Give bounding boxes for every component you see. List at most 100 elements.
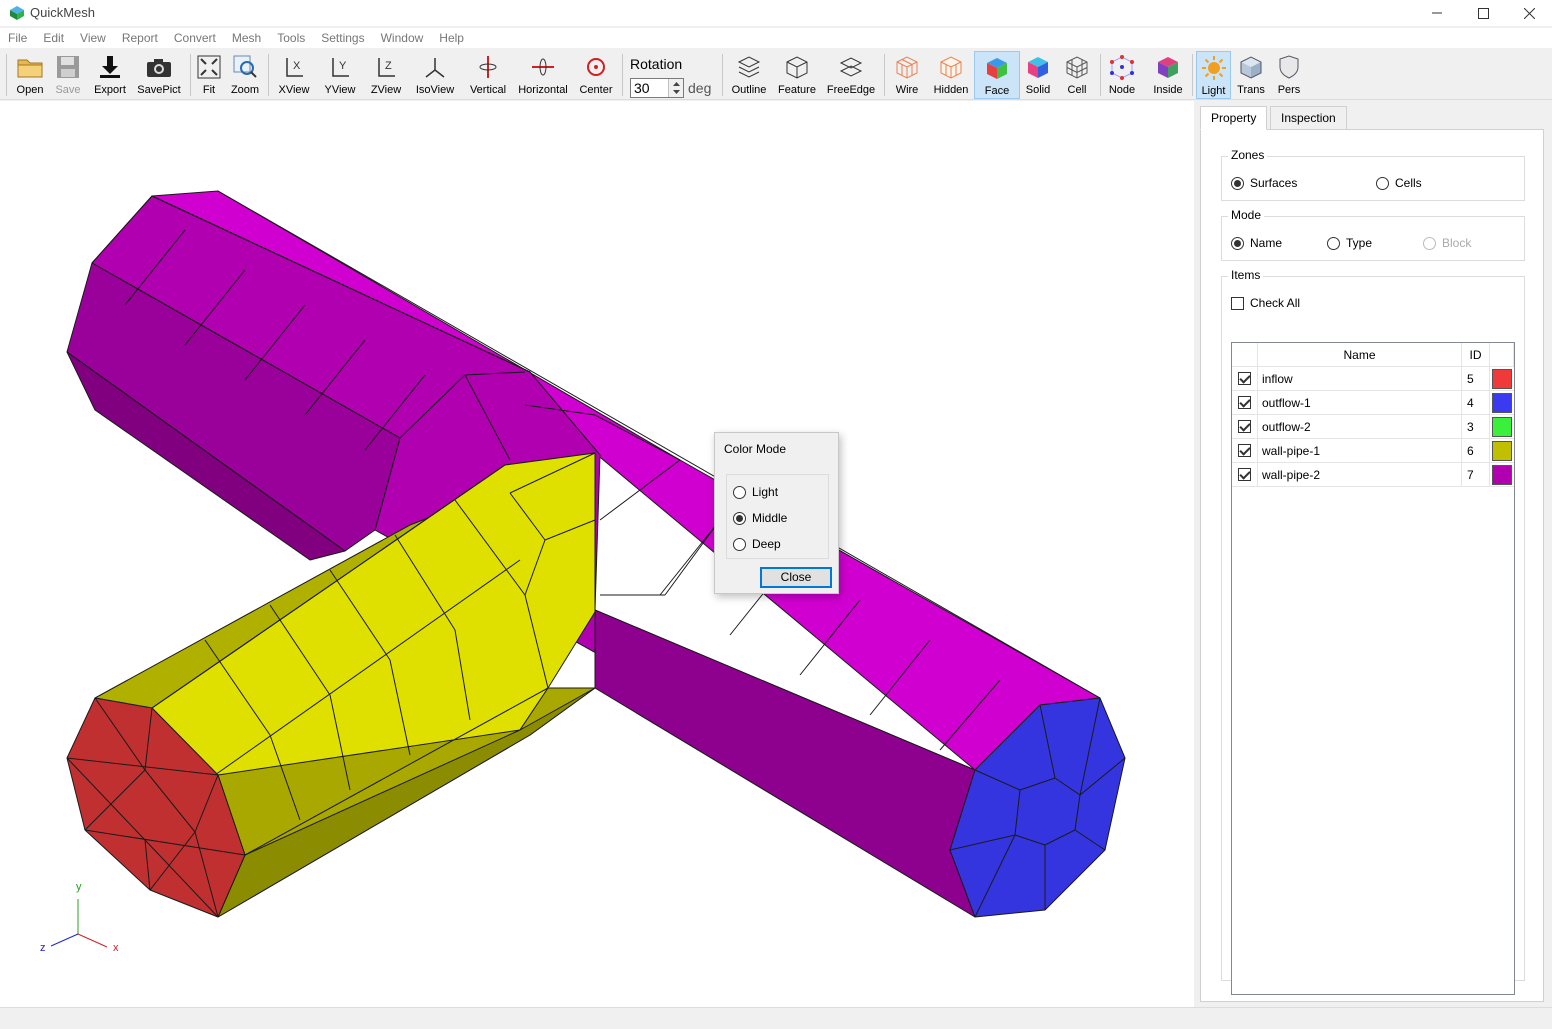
menu-mesh[interactable]: Mesh: [224, 28, 269, 48]
solid-cube-icon: [1028, 57, 1048, 78]
menu-report[interactable]: Report: [114, 28, 166, 48]
table-row[interactable]: wall-pipe-2 7: [1232, 463, 1514, 487]
trans-button[interactable]: Trans: [1234, 51, 1268, 98]
mode-type-radio[interactable]: Type: [1327, 236, 1372, 250]
yview-button[interactable]: Y YView: [320, 51, 360, 98]
fit-screen-icon: [197, 55, 221, 79]
feature-button[interactable]: Feature: [776, 51, 818, 98]
table-header-id[interactable]: ID: [1462, 343, 1490, 367]
zview-button[interactable]: Z ZView: [366, 51, 406, 98]
row-color-swatch[interactable]: [1492, 393, 1512, 413]
vertical-rotate-button[interactable]: Vertical: [466, 51, 510, 98]
close-button[interactable]: Close: [760, 567, 832, 588]
node-button[interactable]: Node: [1104, 51, 1140, 98]
mode-block-radio[interactable]: Block: [1423, 236, 1471, 250]
menu-help[interactable]: Help: [431, 28, 472, 48]
table-row[interactable]: inflow 5: [1232, 367, 1514, 391]
row-color-swatch[interactable]: [1492, 441, 1512, 461]
menu-convert[interactable]: Convert: [166, 28, 224, 48]
mesh-viewport[interactable]: y x z: [0, 101, 1194, 1007]
close-window-button[interactable]: [1506, 0, 1552, 26]
minimize-button[interactable]: [1414, 0, 1460, 26]
rotation-label: Rotation: [630, 56, 683, 72]
freeedge-button[interactable]: FreeEdge: [824, 51, 878, 98]
tab-property[interactable]: Property: [1200, 106, 1268, 130]
savepict-button[interactable]: SavePict: [136, 51, 182, 98]
zones-surfaces-radio[interactable]: Surfaces: [1231, 176, 1297, 190]
check-all[interactable]: Check All: [1231, 296, 1300, 310]
row-id: 6: [1462, 439, 1490, 463]
row-checkbox[interactable]: [1238, 420, 1251, 433]
export-button[interactable]: Export: [90, 51, 130, 98]
row-id: 5: [1462, 367, 1490, 391]
check-all-checkbox[interactable]: [1231, 296, 1244, 310]
row-checkbox[interactable]: [1238, 396, 1251, 409]
window-title: QuickMesh: [30, 5, 96, 20]
row-name: outflow-1: [1258, 391, 1462, 415]
color-mode-deep-radio[interactable]: Deep: [733, 537, 781, 551]
fit-button[interactable]: Fit: [194, 51, 224, 98]
minimize-icon: [1432, 12, 1442, 14]
row-color-swatch[interactable]: [1492, 369, 1512, 389]
maximize-button[interactable]: [1460, 0, 1506, 26]
cell-button[interactable]: Cell: [1060, 51, 1094, 98]
tab-inspection[interactable]: Inspection: [1270, 106, 1347, 130]
outline-button[interactable]: Outline: [728, 51, 770, 98]
zones-cells-radio[interactable]: Cells: [1376, 176, 1422, 190]
wire-button[interactable]: Wire: [888, 51, 926, 98]
folder-icon: [17, 59, 43, 78]
row-id: 3: [1462, 415, 1490, 439]
menu-file[interactable]: File: [0, 28, 35, 48]
svg-text:Y: Y: [339, 60, 347, 72]
table-header-check: [1232, 343, 1258, 367]
horizontal-rotate-button[interactable]: Horizontal: [516, 51, 570, 98]
menu-tools[interactable]: Tools: [269, 28, 313, 48]
spinner-arrows-icon: [673, 82, 680, 94]
title-bar: QuickMesh: [0, 0, 1552, 26]
sun-icon: [1201, 56, 1226, 80]
open-button[interactable]: Open: [12, 51, 48, 98]
row-color-swatch[interactable]: [1492, 417, 1512, 437]
node-dots-icon: [1110, 55, 1134, 80]
menu-settings[interactable]: Settings: [313, 28, 372, 48]
toolbar-separator: [268, 54, 269, 96]
solid-button[interactable]: Solid: [1022, 51, 1054, 98]
color-mode-light-radio[interactable]: Light: [733, 485, 778, 499]
color-mode-options: Light Middle Deep: [726, 474, 829, 559]
mode-name-radio[interactable]: Name: [1231, 236, 1282, 250]
row-checkbox[interactable]: [1238, 468, 1251, 481]
color-mode-middle-radio[interactable]: Middle: [733, 511, 787, 525]
row-checkbox[interactable]: [1238, 444, 1251, 457]
zones-group: Zones Surfaces Cells: [1221, 148, 1525, 201]
transparent-cube-icon: [1240, 56, 1262, 79]
face-button[interactable]: Face: [974, 51, 1020, 99]
menu-edit[interactable]: Edit: [35, 28, 72, 48]
hidden-button[interactable]: Hidden: [930, 51, 972, 98]
free-edge-icon: [839, 57, 863, 77]
center-rotate-button[interactable]: Center: [576, 51, 616, 98]
items-table: Name ID inflow 5 outflow-1 4 outflow-2 3: [1231, 342, 1515, 995]
row-checkbox[interactable]: [1238, 372, 1251, 385]
pers-button[interactable]: Pers: [1272, 51, 1306, 98]
items-title: Items: [1228, 268, 1264, 282]
save-button[interactable]: Save: [50, 51, 86, 98]
inside-button[interactable]: Inside: [1150, 51, 1186, 98]
table-row[interactable]: wall-pipe-1 6: [1232, 439, 1514, 463]
svg-text:X: X: [293, 60, 301, 72]
table-row[interactable]: outflow-1 4: [1232, 391, 1514, 415]
menu-window[interactable]: Window: [373, 28, 432, 48]
table-row[interactable]: outflow-2 3: [1232, 415, 1514, 439]
row-color-swatch[interactable]: [1492, 465, 1512, 485]
y-axis-view-icon: Y: [332, 58, 349, 77]
mesh-rendering: [66, 190, 1126, 918]
outline-stack-icon: [737, 56, 761, 78]
menu-view[interactable]: View: [72, 28, 114, 48]
table-header-name[interactable]: Name: [1258, 343, 1462, 367]
light-button[interactable]: Light: [1196, 51, 1231, 99]
axis-y-label: y: [76, 881, 82, 893]
zoom-button[interactable]: Zoom: [228, 51, 262, 98]
row-id: 4: [1462, 391, 1490, 415]
xview-button[interactable]: X XView: [274, 51, 314, 98]
isoview-button[interactable]: IsoView: [412, 51, 458, 98]
rotation-spinner[interactable]: [668, 79, 683, 97]
